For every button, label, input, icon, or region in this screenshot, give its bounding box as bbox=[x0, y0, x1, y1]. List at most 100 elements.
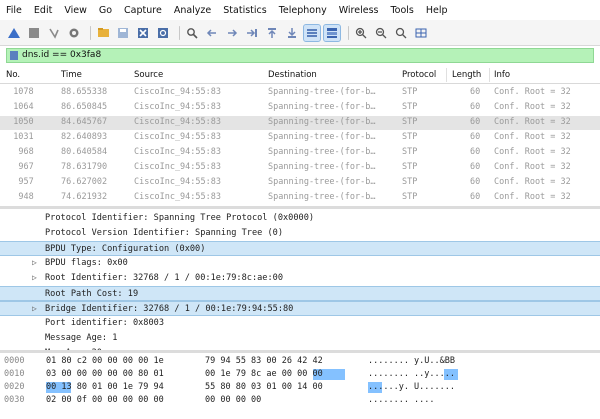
packet-cell-src: CiscoInc_94:55:83 bbox=[134, 132, 221, 142]
menu-tools[interactable]: Tools bbox=[390, 5, 413, 16]
hex-row[interactable]: 0030 02 00 0f 00 00 00 00 00 00 00 00 00..… bbox=[0, 394, 600, 407]
resize-columns-icon[interactable] bbox=[413, 25, 429, 41]
detail-row[interactable]: ▷ Root Identifier: 32768 / 1 / 00:1e:79:8… bbox=[0, 271, 600, 286]
menu-wireless[interactable]: Wireless bbox=[339, 5, 379, 16]
last-packet-icon[interactable] bbox=[284, 25, 300, 41]
packet-cell-info: Conf. Root = 32 bbox=[494, 147, 571, 157]
column-header-source[interactable]: Source bbox=[134, 70, 163, 80]
packet-cell-src: CiscoInc_94:55:83 bbox=[134, 147, 221, 157]
menu-statistics[interactable]: Statistics bbox=[223, 5, 266, 16]
packet-cell-len: 60 bbox=[470, 132, 481, 142]
save-file-icon[interactable] bbox=[115, 25, 131, 41]
packet-row[interactable]: 948 74.621932 CiscoInc_94:55:83 Spanning-tr… bbox=[0, 191, 600, 205]
menu-analyze[interactable]: Analyze bbox=[174, 5, 211, 16]
packet-cell-no: 957 bbox=[18, 177, 34, 187]
packet-cell-len: 60 bbox=[470, 87, 481, 97]
detail-row[interactable]: BPDU Type: Configuration (0x00) bbox=[0, 241, 600, 256]
detail-row[interactable]: ▷ BPDU flags: 0x00 bbox=[0, 256, 600, 271]
packet-cell-len: 60 bbox=[470, 192, 481, 202]
reload-icon[interactable] bbox=[155, 25, 171, 41]
hex-bytes-left: 00 13 80 01 00 1e 79 94 bbox=[46, 382, 164, 392]
detail-text: BPDU Type: Configuration (0x00) bbox=[45, 244, 206, 254]
column-header-length[interactable]: Length bbox=[452, 70, 481, 80]
packet-cell-src: CiscoInc_94:55:83 bbox=[134, 87, 221, 97]
packet-cell-info: Conf. Root = 32 bbox=[494, 117, 571, 127]
packet-cell-len: 60 bbox=[470, 177, 481, 187]
packet-details-tree: Protocol Identifier: Spanning Tree Proto… bbox=[0, 209, 600, 350]
packet-row[interactable]: 1050 84.645767 CiscoInc_94:55:83 Spanning-t… bbox=[0, 116, 600, 130]
packet-row[interactable]: 1078 88.655338 CiscoInc_94:55:83 Spanning-t… bbox=[0, 86, 600, 100]
hex-ascii: ........ .... bbox=[368, 395, 435, 405]
menu-capture[interactable]: Capture bbox=[124, 5, 162, 16]
restart-icon[interactable] bbox=[46, 25, 62, 41]
column-header-destination[interactable]: Destination bbox=[268, 70, 317, 80]
detail-row[interactable]: Port identifier: 0x8003 bbox=[0, 316, 600, 331]
packet-cell-no: 1050 bbox=[13, 117, 34, 127]
column-header-protocol[interactable]: Protocol bbox=[402, 70, 436, 80]
display-filter-input[interactable]: dns.id == 0x3fa8 bbox=[6, 47, 594, 63]
zoom-out-icon[interactable] bbox=[373, 25, 389, 41]
packet-cell-no: 968 bbox=[18, 147, 34, 157]
menu-view[interactable]: View bbox=[64, 5, 87, 16]
column-header-no[interactable]: No. bbox=[6, 70, 20, 80]
packet-cell-info: Conf. Root = 32 bbox=[494, 177, 571, 187]
expand-arrow-icon[interactable]: ▷ bbox=[32, 304, 37, 313]
hex-row[interactable]: 0020 00 13 80 01 00 1e 79 94 55 80 80 03 0… bbox=[0, 381, 600, 394]
packet-cell-dst: Spanning-tree-(for-b… bbox=[268, 177, 376, 187]
autoscroll-icon[interactable] bbox=[303, 23, 321, 42]
toolbar-separator bbox=[348, 25, 349, 40]
packet-row[interactable]: 967 78.631790 CiscoInc_94:55:83 Spanning-tr… bbox=[0, 161, 600, 175]
colorize-icon[interactable] bbox=[323, 23, 341, 42]
hex-row[interactable]: 0000 01 80 c2 00 00 00 00 1e 79 94 55 83 0… bbox=[0, 355, 600, 368]
filter-text: dns.id == 0x3fa8 bbox=[22, 50, 102, 60]
menu-go[interactable]: Go bbox=[99, 5, 112, 16]
main-toolbar bbox=[0, 20, 600, 46]
find-icon[interactable] bbox=[184, 25, 200, 41]
shark-fin-start-icon[interactable] bbox=[6, 25, 22, 41]
packet-cell-dst: Spanning-tree-(for-b… bbox=[268, 102, 376, 112]
normal-size-icon[interactable] bbox=[393, 25, 409, 41]
packet-cell-time: 84.645767 bbox=[61, 117, 108, 127]
packet-cell-proto: STP bbox=[402, 102, 418, 112]
detail-row[interactable]: Protocol Identifier: Spanning Tree Proto… bbox=[0, 211, 600, 226]
hex-row[interactable]: 0010 03 00 00 00 00 00 80 01 00 1e 79 8c a… bbox=[0, 368, 600, 381]
packet-row[interactable]: 968 80.640584 CiscoInc_94:55:83 Spanning-tr… bbox=[0, 146, 600, 160]
detail-row[interactable]: ▷ Bridge Identifier: 32768 / 1 / 00:1e:79… bbox=[0, 301, 600, 316]
go-to-packet-icon[interactable] bbox=[244, 25, 260, 41]
expand-arrow-icon[interactable]: ▷ bbox=[32, 273, 37, 282]
back-arrow-icon[interactable] bbox=[204, 25, 220, 41]
close-file-icon[interactable] bbox=[135, 25, 151, 41]
packet-cell-time: 86.650845 bbox=[61, 102, 108, 112]
column-header-info[interactable]: Info bbox=[494, 70, 510, 80]
detail-text: Protocol Identifier: Spanning Tree Proto… bbox=[45, 213, 315, 223]
options-gear-icon[interactable] bbox=[66, 25, 82, 41]
menu-edit[interactable]: Edit bbox=[34, 5, 52, 16]
first-packet-icon[interactable] bbox=[264, 25, 280, 41]
forward-arrow-icon[interactable] bbox=[224, 25, 240, 41]
detail-row[interactable]: Root Path Cost: 19 bbox=[0, 286, 600, 301]
packet-cell-proto: STP bbox=[402, 177, 418, 187]
packet-row[interactable]: 1031 82.640893 CiscoInc_94:55:83 Spanning-t… bbox=[0, 131, 600, 145]
packet-cell-dst: Spanning-tree-(for-b… bbox=[268, 117, 376, 127]
packet-cell-time: 74.621932 bbox=[61, 192, 108, 202]
bookmark-icon[interactable] bbox=[10, 50, 18, 60]
detail-row[interactable]: Protocol Version Identifier: Spanning Tr… bbox=[0, 226, 600, 241]
column-header-time[interactable]: Time bbox=[61, 70, 82, 80]
packet-cell-info: Conf. Root = 32 bbox=[494, 192, 571, 202]
hex-ascii: ........ ..y..... bbox=[368, 369, 455, 379]
packet-cell-no: 967 bbox=[18, 162, 34, 172]
menu-help[interactable]: Help bbox=[426, 5, 448, 16]
expand-arrow-icon[interactable]: ▷ bbox=[32, 258, 37, 267]
packet-row[interactable]: 1064 86.650845 CiscoInc_94:55:83 Spanning-t… bbox=[0, 101, 600, 115]
menu-file[interactable]: File bbox=[6, 5, 22, 16]
zoom-in-icon[interactable] bbox=[353, 25, 369, 41]
packet-row[interactable]: 957 76.627002 CiscoInc_94:55:83 Spanning-tr… bbox=[0, 176, 600, 190]
packet-cell-len: 60 bbox=[470, 147, 481, 157]
detail-row[interactable]: Message Age: 1 bbox=[0, 331, 600, 346]
menu-telephony[interactable]: Telephony bbox=[279, 5, 327, 16]
hex-ascii: ......y. U....... bbox=[368, 382, 455, 392]
detail-text: Root Identifier: 32768 / 1 / 00:1e:79:8c… bbox=[45, 273, 283, 283]
open-folder-icon[interactable] bbox=[95, 25, 111, 41]
packet-cell-time: 80.640584 bbox=[61, 147, 108, 157]
stop-square-icon[interactable] bbox=[26, 25, 42, 41]
